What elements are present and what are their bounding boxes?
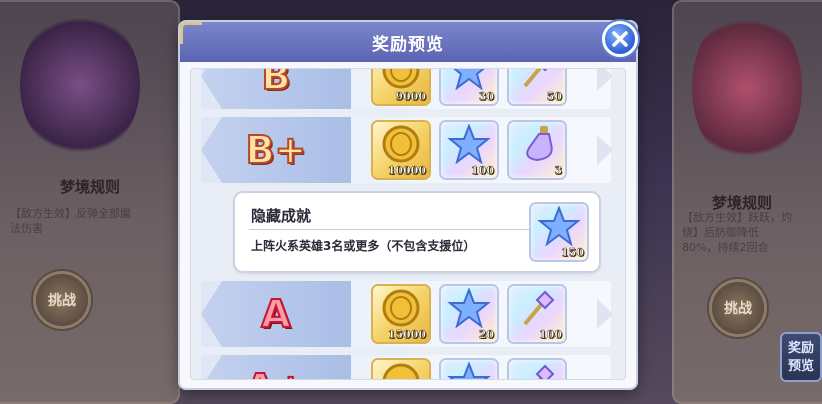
reward-item[interactable]: 20 xyxy=(441,286,497,342)
grade-tag: B xyxy=(201,68,351,109)
reward-item[interactable] xyxy=(509,360,565,379)
reward-item[interactable]: 15000 xyxy=(373,286,429,342)
rules-title: 梦境规则 xyxy=(59,178,120,196)
reward-count: 20 xyxy=(478,328,494,342)
chevron-right-icon xyxy=(597,69,613,91)
challenge-button[interactable]: 挑战 xyxy=(712,282,764,334)
rules-text: 【敌方生效】反弹全部魔法伤害 xyxy=(10,207,131,235)
blue-star-icon xyxy=(447,362,491,379)
reward-preview-button[interactable]: 奖励 预览 xyxy=(780,332,822,382)
reward-item[interactable]: 9000 xyxy=(373,69,429,104)
reward-count: 150 xyxy=(561,246,584,260)
achievement-description: 上阵火系英雄3名或更多（不包含支援位） xyxy=(251,239,476,253)
grade-tag: B+ xyxy=(201,117,351,183)
reward-preview-dialog: 奖励预览 B 9000 30 50 B+ 10000 100 3 隐藏成就 上阵… xyxy=(180,22,636,388)
reward-item[interactable] xyxy=(373,360,429,379)
reward-item[interactable]: 3 xyxy=(509,122,565,178)
gold-coin-icon xyxy=(382,69,420,89)
crystal-wand-icon xyxy=(523,69,548,88)
reward-item[interactable]: 150 xyxy=(531,204,587,260)
reward-count: 3 xyxy=(554,164,562,178)
reward-item[interactable]: 100 xyxy=(441,122,497,178)
dialog-header: 奖励预览 xyxy=(180,22,636,62)
reward-item[interactable]: 50 xyxy=(509,69,565,104)
reward-count: 50 xyxy=(546,90,562,104)
reward-count: 30 xyxy=(478,90,494,104)
chevron-right-icon xyxy=(597,135,613,165)
blue-star-icon xyxy=(537,206,581,246)
chevron-right-icon xyxy=(597,299,613,329)
challenge-button[interactable]: 挑战 xyxy=(36,274,88,326)
reward-item[interactable]: 100 xyxy=(509,286,565,342)
reward-item[interactable]: 10000 xyxy=(373,122,429,178)
reward-preview-label-line1: 奖励 xyxy=(787,341,814,356)
grade-label: B xyxy=(261,68,292,99)
reward-count: 100 xyxy=(539,328,562,342)
grade-label: A+ xyxy=(244,365,307,379)
reward-item[interactable]: 30 xyxy=(441,69,497,104)
rules-text: 【敌方生效】跃跃，灼烧】后防御降低80%，持续2回合 xyxy=(682,211,792,254)
gold-coin-icon xyxy=(382,125,420,163)
close-x-icon xyxy=(612,31,628,47)
grade-row-a: A 15000 20 100 xyxy=(201,281,613,347)
blue-star-icon xyxy=(453,69,485,90)
gold-coin-icon xyxy=(382,363,420,379)
enemy-portrait xyxy=(20,10,140,160)
grade-row-b: B 9000 30 50 xyxy=(201,68,613,109)
grade-label: A xyxy=(260,291,291,337)
crystal-wand-icon xyxy=(535,364,555,379)
corner-ornament xyxy=(180,22,202,44)
reward-count: 15000 xyxy=(387,328,426,342)
divider xyxy=(249,229,529,230)
grade-row-a-plus: A+ xyxy=(201,355,611,379)
crystal-wand-icon xyxy=(523,290,555,326)
dialog-title: 奖励预览 xyxy=(372,34,444,55)
grade-tag: A+ xyxy=(201,355,351,379)
reward-count: 100 xyxy=(471,164,494,178)
reward-preview-label-line2: 预览 xyxy=(787,359,814,374)
grade-label: B+ xyxy=(245,127,308,173)
hidden-achievement-card: 隐藏成就 上阵火系英雄3名或更多（不包含支援位） 150 xyxy=(235,193,599,271)
grade-row-b-plus: B+ 10000 100 3 xyxy=(201,117,613,183)
grade-tag: A xyxy=(201,281,351,347)
blue-star-icon xyxy=(447,288,491,328)
background-card-left: 梦境规则 【敌方生效】反弹全部魔法伤害 挑战 xyxy=(0,0,180,404)
reward-count: 10000 xyxy=(387,164,426,178)
reward-item[interactable] xyxy=(441,360,497,379)
achievement-title: 隐藏成就 xyxy=(251,207,312,225)
close-button[interactable] xyxy=(602,21,638,57)
gold-coin-icon xyxy=(382,289,420,327)
reward-list-viewport[interactable]: B 9000 30 50 B+ 10000 100 3 隐藏成就 上阵火系英雄3… xyxy=(190,68,626,380)
reward-count: 9000 xyxy=(395,90,426,104)
enemy-portrait xyxy=(692,8,802,168)
potion-bottle-icon xyxy=(526,126,553,162)
blue-star-icon xyxy=(447,124,491,164)
